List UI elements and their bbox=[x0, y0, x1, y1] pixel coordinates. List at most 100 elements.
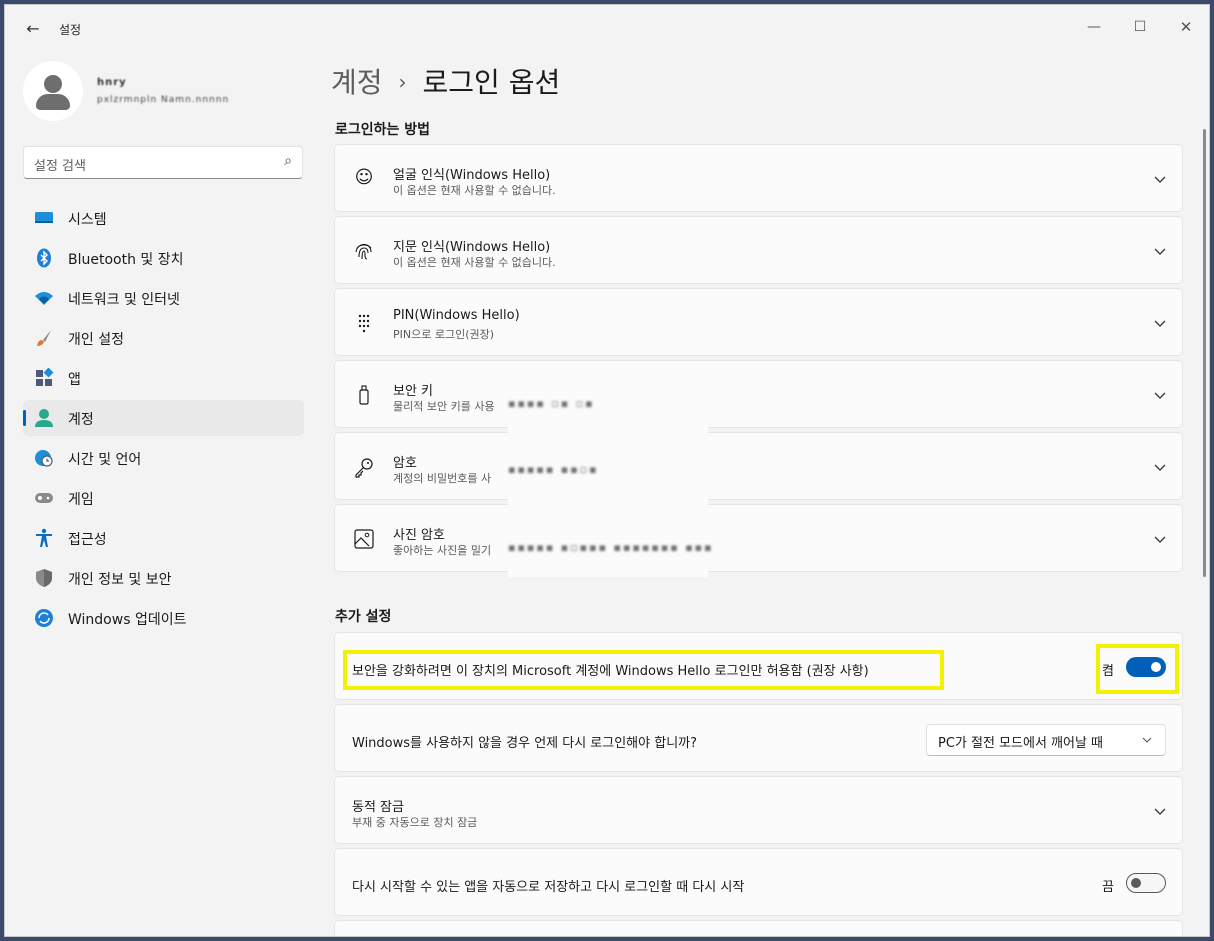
sidebar-item-label: 게임 bbox=[68, 492, 94, 508]
chevron-down-icon[interactable] bbox=[1152, 531, 1168, 547]
signin-fingerprint-subtitle: 이 옵션은 현재 사용할 수 없습니다. bbox=[393, 256, 556, 269]
monitor-icon bbox=[35, 212, 53, 223]
user-name: hnry bbox=[97, 77, 127, 88]
sidebar-nav: 시스템 Bluetooth 및 장치 네트워크 및 인터넷 개인 설정 앱 계정… bbox=[23, 200, 304, 640]
sidebar-item-label: 계정 bbox=[68, 412, 94, 428]
minimize-button[interactable]: — bbox=[1071, 13, 1117, 41]
sidebar-item-label: Windows 업데이트 bbox=[68, 612, 187, 628]
signin-fingerprint-title: 지문 인식(Windows Hello) bbox=[393, 240, 551, 255]
user-email: pxlzrmnpln Namn.nnnnn bbox=[97, 95, 230, 105]
signin-pin-subtitle: PIN으로 로그인(권장) bbox=[393, 328, 495, 341]
pin-keypad-icon bbox=[358, 314, 370, 333]
title-bar: ← 설정 — ☐ ✕ bbox=[5, 5, 1209, 53]
signin-password-subtitle: 계정의 비밀번호를 사 bbox=[393, 472, 492, 485]
signin-security-key[interactable]: 보안 키 물리적 보안 키를 사용 bbox=[334, 360, 1183, 428]
chevron-down-icon bbox=[1142, 737, 1152, 743]
section-title-signin-methods: 로그인하는 방법 bbox=[335, 122, 431, 138]
page-title: 로그인 옵션 bbox=[422, 66, 561, 99]
signin-pin[interactable]: PIN(Windows Hello) PIN으로 로그인(권장) bbox=[334, 288, 1183, 356]
search-input[interactable]: 설정 검색 ⌕ bbox=[23, 146, 303, 179]
require-signin-value: PC가 절전 모드에서 깨어날 때 bbox=[938, 736, 1104, 751]
sidebar-item-label: 앱 bbox=[68, 372, 81, 388]
apps-icon bbox=[36, 368, 54, 386]
picture-icon bbox=[354, 529, 374, 549]
signin-face[interactable]: ☺ 얼굴 인식(Windows Hello) 이 옵션은 현재 사용할 수 없습… bbox=[334, 144, 1183, 212]
sidebar-item-network[interactable]: 네트워크 및 인터넷 bbox=[23, 280, 304, 316]
gamepad-icon bbox=[35, 493, 53, 503]
sidebar-item-label: 시스템 bbox=[68, 212, 107, 228]
accessibility-icon bbox=[36, 528, 52, 547]
sidebar-item-label: Bluetooth 및 장치 bbox=[68, 252, 184, 268]
signin-security-key-title: 보안 키 bbox=[393, 384, 434, 399]
globe-clock-icon bbox=[35, 450, 53, 467]
sidebar-item-windows-update[interactable]: Windows 업데이트 bbox=[23, 600, 304, 636]
sidebar-item-bluetooth[interactable]: Bluetooth 및 장치 bbox=[23, 240, 304, 276]
sidebar-item-time-language[interactable]: 시간 및 언어 bbox=[23, 440, 304, 476]
key-icon bbox=[355, 458, 373, 478]
close-button[interactable]: ✕ bbox=[1163, 13, 1209, 41]
signin-password-title: 암호 bbox=[393, 456, 417, 471]
sidebar-item-system[interactable]: 시스템 bbox=[23, 200, 304, 236]
chevron-down-icon[interactable] bbox=[1152, 387, 1168, 403]
breadcrumb-separator: › bbox=[398, 70, 407, 94]
face-icon: ☺ bbox=[354, 167, 374, 188]
sidebar-item-accessibility[interactable]: 접근성 bbox=[23, 520, 304, 556]
avatar-body bbox=[36, 94, 70, 110]
search-icon: ⌕ bbox=[284, 153, 292, 169]
chevron-down-icon[interactable] bbox=[1152, 171, 1168, 187]
signin-security-key-subtitle: 물리적 보안 키를 사용 bbox=[393, 400, 495, 413]
redaction-noise: ▪▪▪▪ ▫▪ ▫▪ bbox=[508, 397, 595, 410]
scrollbar[interactable] bbox=[1203, 129, 1206, 577]
signin-face-title: 얼굴 인식(Windows Hello) bbox=[393, 168, 551, 183]
sidebar-item-personalization[interactable]: 개인 설정 bbox=[23, 320, 304, 356]
chevron-down-icon[interactable] bbox=[1152, 459, 1168, 475]
search-placeholder: 설정 검색 bbox=[34, 159, 86, 174]
next-setting-partial bbox=[334, 920, 1183, 936]
chevron-down-icon[interactable] bbox=[1152, 315, 1168, 331]
brush-icon bbox=[37, 330, 51, 346]
require-signin-dropdown[interactable]: PC가 절전 모드에서 깨어날 때 bbox=[926, 724, 1166, 756]
restart-apps-setting: 다시 시작할 수 있는 앱을 자동으로 저장하고 다시 로그인할 때 다시 시작… bbox=[334, 848, 1183, 916]
chevron-down-icon[interactable] bbox=[1152, 243, 1168, 259]
sidebar-item-apps[interactable]: 앱 bbox=[23, 360, 304, 396]
redaction-noise: ▪▪▪▪▪ ▪▫▪▪▪ ▪▪▪▪▪▪▪ ▪▪▪ bbox=[508, 541, 714, 554]
restart-apps-toggle[interactable] bbox=[1126, 873, 1166, 893]
fingerprint-icon bbox=[355, 243, 372, 260]
settings-window: ← 설정 — ☐ ✕ hnry pxlzrmnpln Namn.nnnnn 설정… bbox=[4, 4, 1210, 937]
redaction-noise: ▪▪▪▪▪ ▪▪▫▪ bbox=[508, 463, 599, 476]
bluetooth-icon bbox=[37, 248, 51, 268]
signin-picture-password[interactable]: 사진 암호 좋아하는 사진을 밀기 bbox=[334, 504, 1183, 572]
wifi-icon bbox=[35, 292, 53, 305]
chevron-down-icon[interactable] bbox=[1152, 803, 1168, 819]
sidebar-item-label: 개인 설정 bbox=[68, 332, 124, 348]
sidebar-item-privacy[interactable]: 개인 정보 및 보안 bbox=[23, 560, 304, 596]
back-arrow-icon[interactable]: ← bbox=[19, 17, 47, 41]
shield-icon bbox=[36, 569, 52, 587]
signin-password[interactable]: 암호 계정의 비밀번호를 사 bbox=[334, 432, 1183, 500]
dynamic-lock[interactable]: 동적 잠금 부재 중 자동으로 장치 잠금 bbox=[334, 776, 1183, 844]
signin-pin-title: PIN(Windows Hello) bbox=[393, 308, 520, 323]
highlight-box-toggle bbox=[1096, 644, 1179, 694]
require-signin-setting: Windows를 사용하지 않을 경우 언제 다시 로그인해야 합니까? PC가… bbox=[334, 704, 1183, 772]
sidebar-item-label: 접근성 bbox=[68, 532, 107, 548]
breadcrumb: 계정 › 로그인 옵션 bbox=[331, 61, 560, 101]
sidebar-item-label: 시간 및 언어 bbox=[68, 452, 142, 468]
restart-apps-label: 다시 시작할 수 있는 앱을 자동으로 저장하고 다시 로그인할 때 다시 시작 bbox=[352, 880, 745, 895]
signin-picture-password-subtitle: 좋아하는 사진을 밀기 bbox=[393, 544, 492, 557]
avatar-head bbox=[44, 75, 62, 93]
breadcrumb-parent[interactable]: 계정 bbox=[331, 66, 383, 99]
section-title-additional: 추가 설정 bbox=[335, 609, 392, 625]
dynamic-lock-subtitle: 부재 중 자동으로 장치 잠금 bbox=[352, 816, 478, 829]
signin-picture-password-title: 사진 암호 bbox=[393, 528, 445, 543]
user-profile[interactable]: hnry pxlzrmnpln Namn.nnnnn bbox=[23, 61, 303, 127]
usb-key-icon bbox=[359, 385, 369, 405]
update-icon bbox=[35, 609, 53, 627]
sidebar-item-accounts[interactable]: 계정 bbox=[23, 400, 304, 436]
maximize-button[interactable]: ☐ bbox=[1117, 13, 1163, 41]
sidebar-item-gaming[interactable]: 게임 bbox=[23, 480, 304, 516]
signin-fingerprint[interactable]: 지문 인식(Windows Hello) 이 옵션은 현재 사용할 수 없습니다… bbox=[334, 216, 1183, 284]
dynamic-lock-title: 동적 잠금 bbox=[352, 800, 404, 815]
account-icon bbox=[35, 409, 53, 427]
restart-apps-state: 끔 bbox=[1102, 880, 1114, 895]
sidebar-item-label: 네트워크 및 인터넷 bbox=[68, 292, 180, 308]
